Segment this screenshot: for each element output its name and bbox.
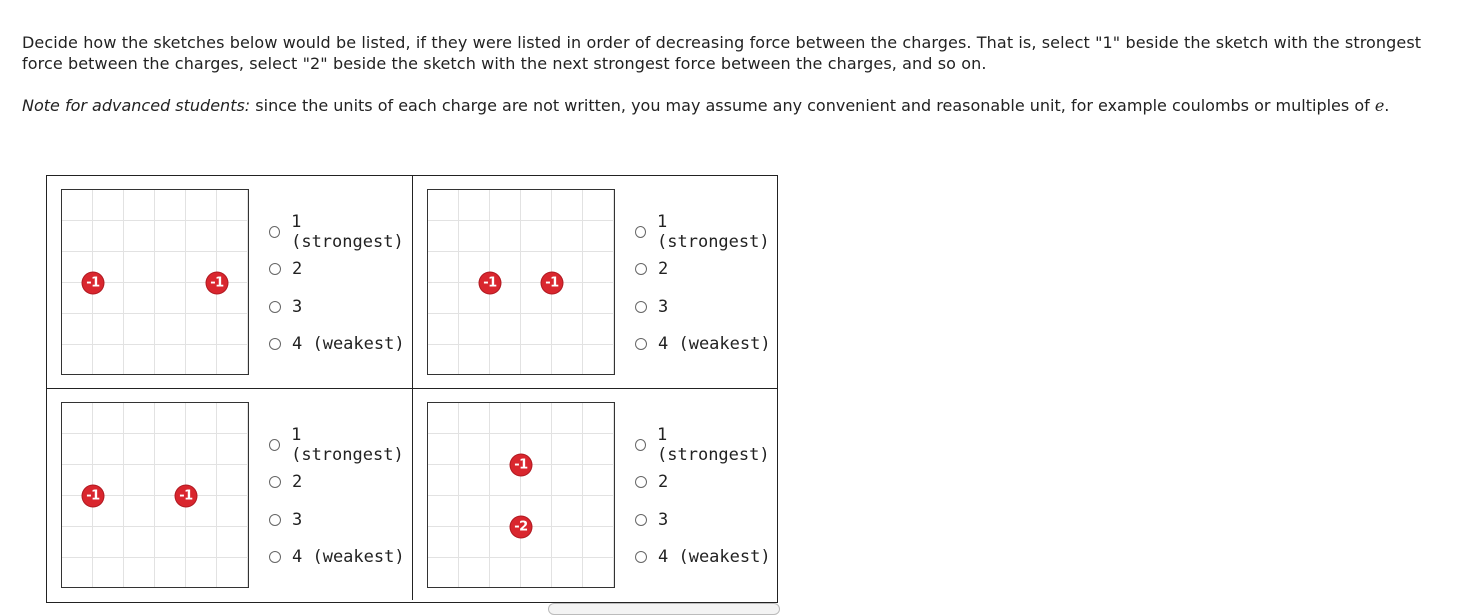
rank-option-label: 2 [658,259,669,280]
advanced-note: Note for advanced students: since the un… [22,93,1432,119]
rank-option-label: 1 (strongest) [657,424,770,465]
charge-badge: -1 [541,272,563,294]
radio-button[interactable] [635,300,647,313]
scrollbar-hint[interactable] [548,603,780,615]
instructions-text: Decide how the sketches below would be l… [22,33,1422,73]
radio-button[interactable] [269,513,281,526]
radio-button[interactable] [269,225,281,238]
radio-button[interactable] [269,551,281,564]
rank-option-label: 2 [292,259,303,280]
rank-options-3: 1 (strongest) 2 3 4 (weakest) [269,424,412,577]
radio-button[interactable] [635,513,647,526]
charge-unit-symbol: e [1374,96,1385,115]
rank-option-1[interactable]: 1 (strongest) [635,424,777,465]
rank-option-label: 2 [292,472,303,493]
rank-option-label: 4 (weakest) [658,547,771,568]
rank-option-label: 4 (weakest) [658,334,771,355]
radio-button[interactable] [269,476,281,489]
rank-option-1[interactable]: 1 (strongest) [269,424,412,465]
note-text: since the units of each charge are not w… [250,96,1375,115]
note-label: Note for advanced students: [22,96,251,115]
radio-button[interactable] [635,438,647,451]
rank-option-3[interactable]: 3 [269,501,412,539]
rank-option-1[interactable]: 1 (strongest) [635,211,777,252]
charge-badge: -1 [479,272,501,294]
sketch-grid-1: -1 -1 [61,189,249,375]
rank-option-label: 3 [658,296,669,317]
charge-badge: -1 [82,272,104,294]
rank-options-2: 1 (strongest) 2 3 4 (weakest) [635,211,777,364]
rank-option-3[interactable]: 3 [635,501,777,539]
note-end: . [1384,96,1390,115]
radio-button[interactable] [269,338,281,351]
rank-option-2[interactable]: 2 [269,464,412,502]
charge-badge: -2 [510,516,532,538]
sketch-grid-2: -1 -1 [427,189,615,375]
radio-button[interactable] [269,300,281,313]
rank-option-2[interactable]: 2 [635,251,777,289]
rank-option-label: 4 (weakest) [292,334,405,355]
sketch-cell-4: -1 -2 1 (strongest) 2 3 4 (weakest) [412,388,777,600]
radio-button[interactable] [635,551,647,564]
rank-option-4[interactable]: 4 (weakest) [635,326,777,364]
rank-option-label: 3 [292,509,303,530]
rank-options-4: 1 (strongest) 2 3 4 (weakest) [635,424,777,577]
charge-badge: -1 [510,454,532,476]
rank-option-label: 1 (strongest) [291,211,404,252]
sketch-grid-4: -1 -2 [427,402,615,588]
rank-option-label: 4 (weakest) [292,547,405,568]
sketch-grid-3: -1 -1 [61,402,249,588]
rank-options-1: 1 (strongest) 2 3 4 (weakest) [269,211,412,364]
rank-option-label: 3 [658,509,669,530]
sketch-cell-2: -1 -1 1 (strongest) 2 3 4 (weakest) [412,176,777,388]
radio-button[interactable] [269,263,281,276]
radio-button[interactable] [635,338,647,351]
rank-option-label: 1 (strongest) [291,424,404,465]
charge-badge: -1 [82,485,104,507]
rank-option-label: 1 (strongest) [657,211,770,252]
rank-option-4[interactable]: 4 (weakest) [269,326,412,364]
charge-badge: -1 [175,485,197,507]
rank-option-label: 3 [292,296,303,317]
radio-button[interactable] [269,438,281,451]
radio-button[interactable] [635,476,647,489]
rank-option-1[interactable]: 1 (strongest) [269,211,412,252]
sketch-table: -1 -1 1 (strongest) 2 3 4 (weakest) -1 -… [46,175,778,603]
rank-option-3[interactable]: 3 [635,288,777,326]
rank-option-4[interactable]: 4 (weakest) [269,539,412,577]
radio-button[interactable] [635,263,647,276]
rank-option-2[interactable]: 2 [635,464,777,502]
charge-badge: -1 [206,272,228,294]
rank-option-4[interactable]: 4 (weakest) [635,539,777,577]
rank-option-3[interactable]: 3 [269,288,412,326]
sketch-cell-3: -1 -1 1 (strongest) 2 3 4 (weakest) [47,388,412,600]
sketch-cell-1: -1 -1 1 (strongest) 2 3 4 (weakest) [47,176,412,388]
radio-button[interactable] [635,225,647,238]
rank-option-label: 2 [658,472,669,493]
rank-option-2[interactable]: 2 [269,251,412,289]
